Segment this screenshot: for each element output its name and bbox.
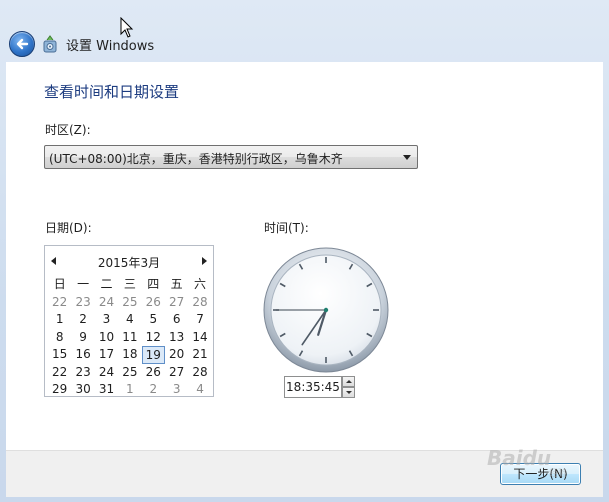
- time-label: 时间(T):: [264, 221, 309, 235]
- time-input[interactable]: 18:35:45: [284, 376, 342, 398]
- timezone-dropdown[interactable]: (UTC+08:00)北京，重庆，香港特别行政区，乌鲁木齐: [44, 145, 418, 169]
- window-title: 设置 Windows: [66, 39, 155, 54]
- calendar-day-other-month[interactable]: 26: [142, 294, 165, 312]
- weekday-header-cell: 三: [123, 277, 136, 291]
- time-increment-button[interactable]: [342, 376, 355, 387]
- calendar-day[interactable]: 26: [142, 364, 165, 382]
- calendar-day[interactable]: 8: [48, 329, 71, 347]
- calendar-week-row: 1234567: [48, 311, 212, 329]
- weekday-header-cell: 二: [100, 277, 113, 291]
- calendar-weekday-header: 日一二三四五六: [48, 276, 212, 294]
- mouse-cursor-icon: [120, 17, 134, 38]
- back-button[interactable]: [9, 31, 35, 57]
- back-arrow-icon: [16, 38, 29, 50]
- watermark-subtext: 经验: [549, 469, 568, 479]
- calendar-day[interactable]: 23: [71, 364, 94, 382]
- next-month-icon[interactable]: [202, 257, 207, 265]
- content-panel: 查看时间和日期设置 时区(Z): (UTC+08:00)北京，重庆，香港特别行政…: [6, 62, 603, 450]
- calendar-day[interactable]: 27: [165, 364, 188, 382]
- calendar-day[interactable]: 28: [188, 364, 211, 382]
- time-spinner: 18:35:45: [284, 376, 356, 398]
- clock-center-pin: [323, 307, 329, 313]
- calendar-day-other-month[interactable]: 25: [118, 294, 141, 312]
- page-heading: 查看时间和日期设置: [44, 83, 180, 101]
- calendar-day-other-month[interactable]: 23: [71, 294, 94, 312]
- calendar-day[interactable]: 14: [188, 329, 211, 347]
- calendar-day[interactable]: 17: [95, 346, 118, 364]
- calendar-day[interactable]: 15: [48, 346, 71, 364]
- calendar-day[interactable]: 6: [165, 311, 188, 329]
- calendar-day[interactable]: 16: [71, 346, 94, 364]
- calendar-day[interactable]: 9: [71, 329, 94, 347]
- calendar-week-row: 22 23 24 25 26 27 28: [48, 364, 212, 382]
- baidu-watermark-logo: Baidu 经验: [487, 440, 602, 480]
- setup-disc-icon: [43, 35, 57, 53]
- weekday-header-cell: 六: [194, 277, 207, 291]
- calendar-day-other-month[interactable]: 4: [188, 381, 211, 399]
- calendar-week-row: 29 30 31 1 2 3 4: [48, 381, 212, 399]
- calendar-day[interactable]: 10: [95, 329, 118, 347]
- calendar-day[interactable]: 13: [165, 329, 188, 347]
- calendar-day[interactable]: 3: [95, 311, 118, 329]
- calendar-month-title[interactable]: 2015年3月: [45, 254, 213, 271]
- calendar-day[interactable]: 25: [118, 364, 141, 382]
- calendar-day[interactable]: 21: [188, 346, 211, 364]
- setup-window: 设置 Windows 查看时间和日期设置 时区(Z): (UTC+08:00)北…: [0, 0, 609, 502]
- calendar-day-selected[interactable]: 19: [141, 346, 165, 364]
- calendar-day[interactable]: 24: [95, 364, 118, 382]
- timezone-selected-value: (UTC+08:00)北京，重庆，香港特别行政区，乌鲁木齐: [49, 152, 343, 166]
- calendar-day-other-month[interactable]: 2: [142, 381, 165, 399]
- calendar-day[interactable]: 2: [71, 311, 94, 329]
- dropdown-arrow-icon: [403, 155, 411, 160]
- calendar-day[interactable]: 31: [95, 381, 118, 399]
- calendar-day-other-month[interactable]: 27: [165, 294, 188, 312]
- calendar-day[interactable]: 29: [48, 381, 71, 399]
- weekday-header-cell: 五: [170, 277, 183, 291]
- date-label: 日期(D):: [45, 221, 92, 235]
- calendar-day[interactable]: 5: [142, 311, 165, 329]
- calendar-day-other-month[interactable]: 28: [188, 294, 211, 312]
- calendar-day-other-month[interactable]: 1: [118, 381, 141, 399]
- calendar-week-row: 22 23 24 25 26 27 28: [48, 294, 212, 312]
- calendar-day[interactable]: 4: [118, 311, 141, 329]
- calendar-day-other-month[interactable]: 22: [48, 294, 71, 312]
- calendar-day[interactable]: 12: [142, 329, 165, 347]
- calendar-day[interactable]: 1: [48, 311, 71, 329]
- analog-clock: [263, 247, 389, 373]
- calendar-week-row: 8 9 10 11 12 13 14: [48, 329, 212, 347]
- calendar-day[interactable]: 7: [188, 311, 211, 329]
- weekday-header-cell: 四: [147, 277, 160, 291]
- calendar-day[interactable]: 18: [118, 346, 141, 364]
- calendar-day[interactable]: 22: [48, 364, 71, 382]
- timezone-label: 时区(Z):: [45, 123, 91, 137]
- date-calendar: 2015年3月 日一二三四五六 22 23 24 25 26 27 28 1 2 3 4 5 6 7 8 9 10…: [44, 245, 214, 397]
- calendar-day[interactable]: 11: [118, 329, 141, 347]
- calendar-week-row: 15 16 17 18 19 20 21: [48, 346, 212, 364]
- weekday-header-cell: 一: [77, 277, 90, 291]
- title-bar: 设置 Windows: [0, 0, 609, 62]
- calendar-day-other-month[interactable]: 24: [95, 294, 118, 312]
- weekday-header-cell: 日: [53, 277, 66, 291]
- calendar-day[interactable]: 20: [165, 346, 188, 364]
- calendar-day-other-month[interactable]: 3: [165, 381, 188, 399]
- time-decrement-button[interactable]: [342, 387, 355, 398]
- calendar-grid: 日一二三四五六 22 23 24 25 26 27 28 1 2 3 4 5 6 7 8 9 10 11 12 13 14…: [48, 276, 212, 399]
- calendar-day[interactable]: 30: [71, 381, 94, 399]
- watermark-text: Baidu: [487, 446, 552, 470]
